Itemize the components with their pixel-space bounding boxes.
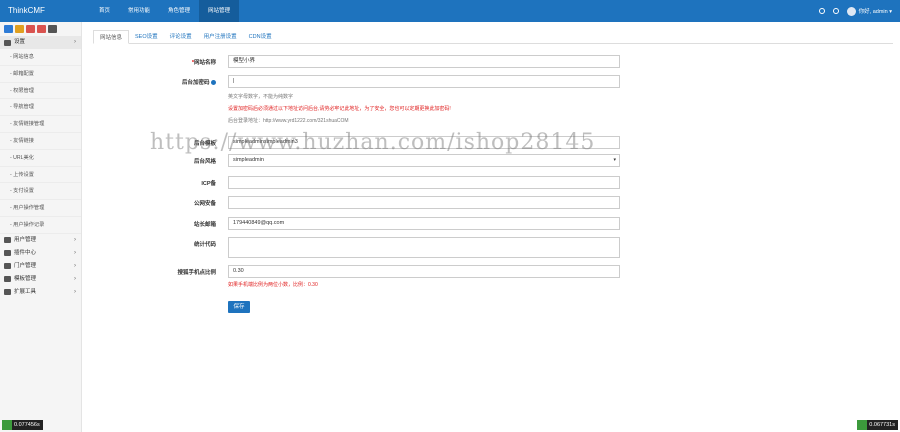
cloud-icon (4, 250, 11, 257)
save-button[interactable]: 保存 (228, 301, 250, 313)
chevron-right-icon: › (74, 249, 76, 256)
quick-button-4[interactable] (37, 25, 46, 33)
sidebar-item[interactable]: 用户操作记录 (0, 217, 81, 234)
field-label: 公网安备 (193, 201, 216, 207)
admin-style-select[interactable]: simpleadmin ▾ (228, 154, 620, 167)
quick-buttons (0, 22, 81, 36)
chevron-right-icon: › (74, 39, 76, 45)
user-label: 你好, admin ▾ (858, 9, 892, 15)
top-nav-common[interactable]: 常用功能 (119, 0, 159, 22)
sidebar: 设置 › 网站信息 邮箱配置 权限管理 导航管理 友情链接管理 友情链接 URL… (0, 22, 82, 432)
field-label: 统计代码 (193, 242, 216, 248)
leaf-icon (857, 420, 868, 430)
leaf-icon (2, 420, 12, 430)
field-label: ICP备 (201, 181, 216, 187)
sidebar-group-users[interactable]: 用户管理 › (0, 234, 81, 247)
top-nav-site[interactable]: 网站管理 (199, 0, 240, 22)
avatar (846, 6, 856, 16)
sidebar-group-plugins[interactable]: 插件中心 › (0, 247, 81, 260)
police-input[interactable] (228, 196, 620, 209)
top-right: 你好, admin ▾ (818, 0, 892, 22)
timer-value: 0.077456s (14, 422, 40, 428)
sidebar-item[interactable]: 权限管理 (0, 83, 81, 100)
sidebar-group-settings[interactable]: 设置 › (0, 36, 81, 49)
sidebar-item[interactable]: 支付设置 (0, 183, 81, 201)
sidebar-item[interactable]: 友情链接管理 (0, 116, 81, 133)
ratio-help: 如果手机端比例为两位小数，比例：0.30 (228, 282, 318, 288)
chevron-right-icon: › (74, 262, 76, 269)
quick-button-5[interactable] (48, 25, 57, 33)
sidebar-group-label: 插件中心 (14, 249, 37, 256)
chevron-right-icon: › (74, 275, 76, 282)
user-menu[interactable]: 你好, admin ▾ (846, 6, 892, 16)
field-label: 搜狐手机点比例 (177, 270, 216, 276)
sidebar-group-label: 门户管理 (14, 262, 37, 269)
tab-comments[interactable]: 评论设置 (164, 30, 198, 44)
sidebar-group-label: 设置 (14, 39, 26, 45)
ratio-input[interactable]: 0.30 (228, 265, 620, 278)
sidebar-item[interactable]: 邮箱配置 (0, 66, 81, 83)
admin-entry-url: 后台登录地址：http://www.yrd1222.com/321shuaCOM (228, 118, 349, 124)
sidebar-item[interactable]: 网站信息 (0, 49, 81, 66)
sidebar-group-label: 用户管理 (14, 236, 37, 243)
chevron-down-icon: ▾ (613, 157, 616, 163)
watermark: https://www.huzhan.com/ishop28145 (150, 130, 596, 155)
email-field[interactable]: 179440849@qq.com (228, 217, 620, 230)
users-icon (4, 237, 11, 244)
tab-seo[interactable]: SEO设置 (129, 30, 164, 44)
sidebar-item[interactable]: 导航管理 (0, 99, 81, 117)
admin-entry-help: 英文字母数字，不能为纯数字 (228, 94, 294, 100)
sidebar-group-portal[interactable]: 门户管理 › (0, 260, 81, 273)
stats-code-textarea[interactable] (228, 237, 620, 258)
sidebar-group-label: 模板管理 (14, 275, 37, 282)
tab-registration[interactable]: 用户注册设置 (198, 30, 243, 44)
tab-cdn[interactable]: CDN设置 (243, 30, 278, 44)
help-icon[interactable] (211, 80, 216, 86)
sidebar-item[interactable]: 上传设置 (0, 167, 81, 184)
settings-tabs: 网站信息 SEO设置 评论设置 用户注册设置 CDN设置 (93, 30, 893, 44)
debug-badge-left[interactable]: 0.077456s (2, 420, 43, 430)
chevron-right-icon: › (74, 288, 76, 295)
top-nav-home[interactable]: 首页 (90, 0, 119, 22)
debug-badge-right[interactable]: 0.067731s (857, 420, 898, 430)
top-nav-roles[interactable]: 角色管理 (159, 0, 199, 22)
wrench-icon (4, 289, 11, 296)
admin-entry-warning: 设置加密码后必须通过以下地址访问后台,请劳必牢记此地址，为了安全，您也可以定期更… (228, 106, 451, 112)
sidebar-item[interactable]: 用户操作管理 (0, 200, 81, 217)
top-bar: ThinkCMF 首页 常用功能 角色管理 网站管理 你好, admin ▾ (0, 0, 900, 22)
icp-input[interactable] (228, 176, 620, 189)
grid-icon (4, 263, 11, 270)
quick-button-3[interactable] (26, 25, 35, 33)
sidebar-group-label: 扩展工具 (14, 288, 37, 295)
top-nav: 首页 常用功能 角色管理 网站管理 (90, 0, 240, 22)
field-label: 后台风格 (193, 159, 216, 165)
sidebar-item[interactable]: 友情链接 (0, 133, 81, 150)
sidebar-group-templates[interactable]: 模板管理 › (0, 273, 81, 286)
chevron-right-icon: › (74, 236, 76, 243)
gear-icon (4, 39, 11, 46)
field-label: *网站名称 (191, 60, 216, 66)
field-label: 后台加密码 (136, 78, 216, 86)
sidebar-group-tools[interactable]: 扩展工具 › (0, 286, 81, 299)
sidebar-item[interactable]: URL美化 (0, 150, 81, 167)
timer-value: 0.067731s (869, 422, 895, 428)
tab-site-info[interactable]: 网站信息 (93, 30, 130, 44)
globe-icon[interactable] (832, 8, 839, 14)
template-icon (4, 276, 11, 283)
refresh-icon[interactable] (818, 8, 825, 14)
site-name-input[interactable]: 模型小界 (228, 55, 620, 68)
main-content: 网站信息 SEO设置 评论设置 用户注册设置 CDN设置 *网站名称 模型小界 … (83, 22, 900, 432)
quick-button-2[interactable] (15, 25, 24, 33)
field-label: 站长邮箱 (193, 222, 216, 228)
admin-entry-input[interactable]: | (228, 75, 620, 88)
brand-logo[interactable]: ThinkCMF (8, 0, 45, 22)
quick-button-1[interactable] (4, 25, 13, 33)
